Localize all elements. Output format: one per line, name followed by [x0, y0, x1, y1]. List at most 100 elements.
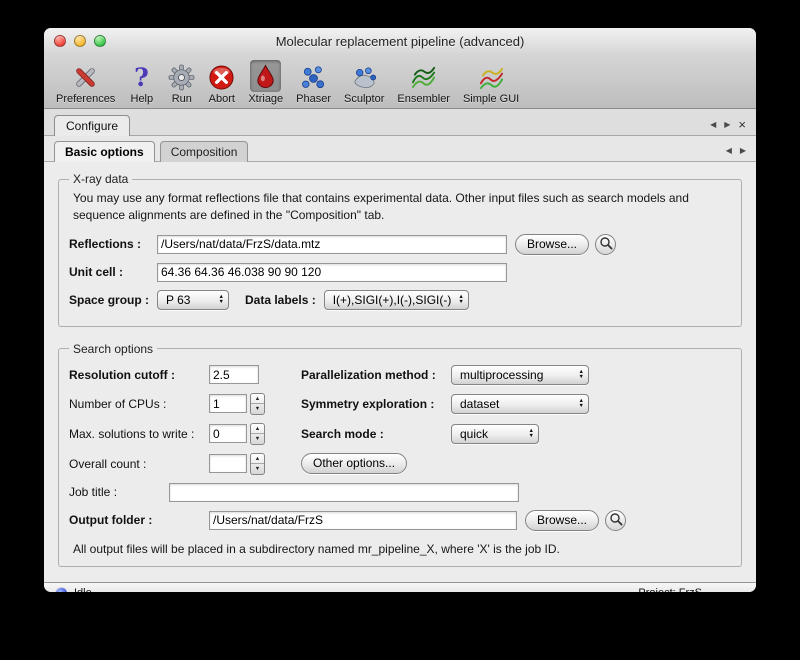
output-folder-inspect-button[interactable] [605, 510, 626, 531]
ensembler-icon [410, 62, 437, 92]
overall-count-stepper[interactable]: ▲ ▼ [250, 453, 265, 475]
toolbar-label: Xtriage [248, 93, 283, 105]
reflections-label: Reflections : [69, 237, 157, 251]
toolbar-label: Run [172, 93, 192, 105]
toolbar-button-help[interactable]: ? Help [128, 62, 155, 105]
other-options-button[interactable]: Other options... [301, 453, 407, 474]
unit-cell-row: Unit cell : [69, 263, 731, 282]
overall-count-input[interactable] [209, 454, 247, 473]
xray-data-group: X-ray data You may use any format reflec… [58, 172, 742, 327]
chevron-up-down-icon: ▲▼ [579, 370, 584, 379]
xtriage-icon [250, 60, 281, 92]
xray-description: You may use any format reflections file … [73, 190, 727, 225]
toolbar-button-preferences[interactable]: Preferences [56, 62, 115, 105]
toolbar: Preferences ? Help [44, 54, 756, 109]
parallelization-method-select[interactable]: multiprocessing ▲▼ [451, 365, 589, 385]
stepper-down-icon[interactable]: ▼ [251, 434, 264, 444]
job-title-label: Job title : [69, 485, 169, 499]
number-of-cpus-label: Number of CPUs : [69, 397, 209, 411]
abort-icon [208, 62, 235, 92]
toolbar-button-xtriage[interactable]: Xtriage [248, 60, 283, 105]
toolbar-button-sculptor[interactable]: Sculptor [344, 62, 384, 105]
max-solutions-stepper[interactable]: ▲ ▼ [250, 423, 265, 445]
reflections-browse-button[interactable]: Browse... [515, 234, 589, 255]
simple-gui-icon [478, 62, 505, 92]
reflections-row: Reflections : Browse... [69, 234, 731, 255]
subtab-scroll-right-icon[interactable]: ▶ [740, 146, 746, 155]
search-mode-label: Search mode : [301, 427, 451, 441]
phaser-icon [300, 62, 327, 92]
output-folder-label: Output folder : [69, 513, 209, 527]
overall-count-row: Overall count : ▲ ▼ Other options... [69, 453, 731, 475]
notebook-tab-row: Configure ◀ ▶ × [44, 109, 756, 136]
toolbar-label: Ensembler [397, 93, 450, 105]
space-group-value: P 63 [166, 293, 190, 307]
magnifier-icon [609, 512, 623, 529]
status-indicator-icon [56, 588, 67, 592]
status-bar: Idle Project: FrzS [44, 582, 756, 592]
toolbar-label: Simple GUI [463, 93, 519, 105]
tab-close-icon[interactable]: × [738, 121, 746, 129]
stepper-up-icon[interactable]: ▲ [251, 454, 264, 465]
tab-basic-options[interactable]: Basic options [54, 141, 155, 162]
job-title-row: Job title : [69, 483, 731, 502]
search-options-group-title: Search options [69, 342, 157, 356]
reflections-input[interactable] [157, 235, 507, 254]
toolbar-label: Sculptor [344, 93, 384, 105]
resolution-cutoff-input[interactable] [209, 365, 259, 384]
tab-scroll-right-icon[interactable]: ▶ [724, 120, 730, 129]
space-group-select[interactable]: P 63 ▲▼ [157, 290, 229, 310]
max-solutions-label: Max. solutions to write : [69, 427, 209, 441]
toolbar-label: Abort [209, 93, 235, 105]
zoom-window-button[interactable] [94, 35, 106, 47]
symmetry-exploration-select[interactable]: dataset ▲▼ [451, 394, 589, 414]
output-folder-footnote: All output files will be placed in a sub… [73, 542, 727, 556]
toolbar-button-ensembler[interactable]: Ensembler [397, 62, 450, 105]
help-icon: ? [128, 62, 155, 92]
reflections-inspect-button[interactable] [595, 234, 616, 255]
tab-configure[interactable]: Configure [54, 115, 130, 136]
chevron-up-down-icon: ▲▼ [579, 399, 584, 408]
main-content: X-ray data You may use any format reflec… [44, 162, 756, 582]
max-solutions-row: Max. solutions to write : ▲ ▼ Search mod… [69, 423, 731, 445]
stepper-down-icon[interactable]: ▼ [251, 404, 264, 414]
unit-cell-input[interactable] [157, 263, 507, 282]
search-mode-select[interactable]: quick ▲▼ [451, 424, 539, 444]
max-solutions-input[interactable] [209, 424, 247, 443]
cpus-row: Number of CPUs : ▲ ▼ Symmetry exploratio… [69, 393, 731, 415]
chevron-up-down-icon: ▲▼ [219, 295, 224, 304]
toolbar-button-run[interactable]: Run [168, 62, 195, 105]
svg-text:?: ? [134, 64, 149, 91]
output-folder-browse-button[interactable]: Browse... [525, 510, 599, 531]
toolbar-button-simple-gui[interactable]: Simple GUI [463, 62, 519, 105]
cpus-stepper[interactable]: ▲ ▼ [250, 393, 265, 415]
tab-configure-label: Configure [66, 119, 118, 133]
minimize-window-button[interactable] [74, 35, 86, 47]
job-title-input[interactable] [169, 483, 519, 502]
window-controls [54, 35, 106, 47]
data-labels-select[interactable]: I(+),SIGI(+),I(-),SIGI(-) ▲▼ [324, 290, 469, 310]
overall-count-label: Overall count : [69, 457, 209, 471]
toolbar-button-abort[interactable]: Abort [208, 62, 235, 105]
output-folder-row: Output folder : Browse... [69, 510, 731, 531]
subtab-scroll-left-icon[interactable]: ◀ [726, 146, 732, 155]
chevron-up-down-icon: ▲▼ [529, 429, 534, 438]
number-of-cpus-input[interactable] [209, 394, 247, 413]
title-bar[interactable]: Molecular replacement pipeline (advanced… [44, 28, 756, 54]
close-window-button[interactable] [54, 35, 66, 47]
tab-scroll-left-icon[interactable]: ◀ [710, 120, 716, 129]
resolution-cutoff-label: Resolution cutoff : [69, 368, 209, 382]
output-folder-input[interactable] [209, 511, 517, 530]
stepper-up-icon[interactable]: ▲ [251, 394, 264, 405]
resolution-row: Resolution cutoff : Parallelization meth… [69, 365, 731, 385]
tab-composition[interactable]: Composition [160, 141, 249, 162]
xray-data-group-title: X-ray data [69, 172, 132, 186]
stepper-down-icon[interactable]: ▼ [251, 464, 264, 474]
chevron-up-down-icon: ▲▼ [458, 295, 463, 304]
toolbar-label: Phaser [296, 93, 331, 105]
data-labels-value: I(+),SIGI(+),I(-),SIGI(-) [333, 293, 452, 307]
stepper-up-icon[interactable]: ▲ [251, 424, 264, 435]
toolbar-button-phaser[interactable]: Phaser [296, 62, 331, 105]
space-group-label: Space group : [69, 293, 157, 307]
search-options-group: Search options Resolution cutoff : Paral… [58, 342, 742, 567]
